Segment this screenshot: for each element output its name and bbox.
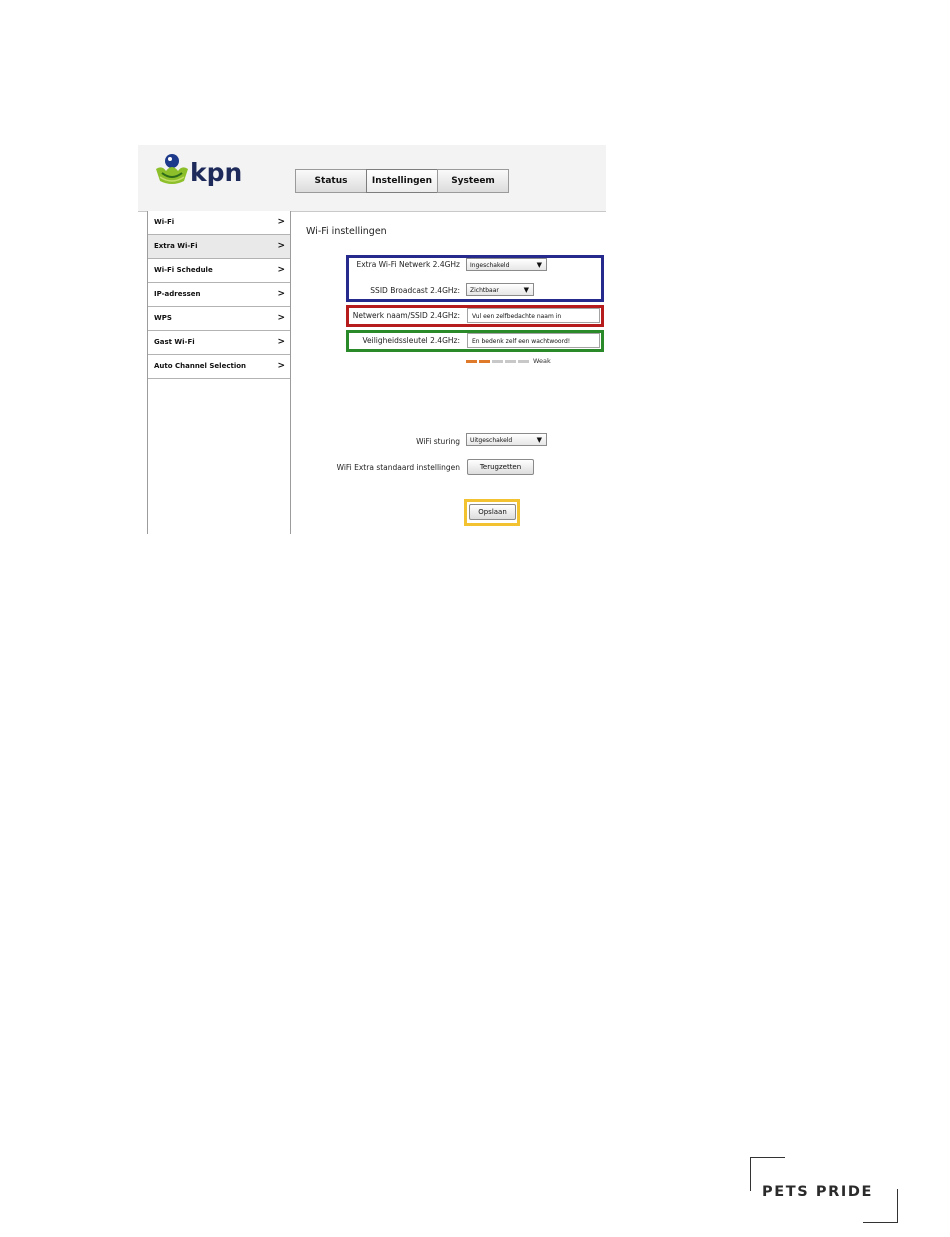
sidebar-item-label: WPS	[154, 314, 172, 322]
pets-pride-watermark: PETS PRIDE	[750, 1157, 898, 1223]
brand-text: PETS PRIDE	[762, 1184, 874, 1200]
sidebar-item-ip-adressen[interactable]: IP-adressen >	[148, 283, 290, 307]
page-title: Wi-Fi instellingen	[306, 226, 387, 237]
kpn-crown-icon	[156, 154, 188, 184]
chevron-right-icon: >	[277, 337, 285, 347]
sidebar-item-auto-channel[interactable]: Auto Channel Selection >	[148, 355, 290, 379]
tab-instellingen[interactable]: Instellingen	[366, 169, 438, 193]
strength-segment	[466, 359, 477, 363]
wifi-sturing-label: WiFi sturing	[416, 437, 460, 446]
strength-segment	[492, 359, 503, 363]
reset-button[interactable]: Terugzetten	[467, 459, 534, 475]
sidebar-item-label: IP-adressen	[154, 290, 201, 298]
chevron-right-icon: >	[277, 265, 285, 275]
main-tabs: Status Instellingen Systeem	[295, 169, 509, 193]
password-strength-meter: Weak	[466, 357, 551, 365]
strength-segment	[518, 359, 529, 363]
dropdown-arrow-icon: ▼	[536, 436, 542, 444]
sidebar-item-wifi[interactable]: Wi-Fi >	[148, 211, 290, 235]
yellow-highlight-box	[464, 499, 520, 526]
sidebar-item-label: Auto Channel Selection	[154, 362, 247, 370]
green-highlight-box	[346, 330, 604, 352]
settings-panel: Wi-Fi instellingen Extra Wi-Fi Netwerk 2…	[306, 211, 606, 534]
wifi-sturing-value: Uitgeschakeld	[470, 437, 513, 444]
chevron-right-icon: >	[277, 217, 285, 227]
blue-highlight-box	[346, 255, 604, 302]
sidebar-item-extra-wifi[interactable]: Extra Wi-Fi >	[148, 235, 290, 259]
sidebar-item-label: Gast Wi-Fi	[154, 338, 195, 346]
chevron-right-icon: >	[277, 289, 285, 299]
strength-segment	[479, 359, 490, 363]
sidebar-item-wifi-schedule[interactable]: Wi-Fi Schedule >	[148, 259, 290, 283]
chevron-right-icon: >	[277, 361, 285, 371]
wifi-sturing-select[interactable]: Uitgeschakeld ▼	[466, 433, 547, 446]
chevron-right-icon: >	[277, 241, 285, 251]
sidebar-item-gast-wifi[interactable]: Gast Wi-Fi >	[148, 331, 290, 355]
tab-systeem[interactable]: Systeem	[437, 169, 509, 193]
logo-wordmark: kpn	[190, 158, 243, 187]
tab-status[interactable]: Status	[295, 169, 367, 193]
sidebar: Wi-Fi > Extra Wi-Fi > Wi-Fi Schedule > I…	[147, 211, 291, 534]
sidebar-item-label: Wi-Fi Schedule	[154, 266, 213, 274]
router-screenshot: kpn Status Instellingen Systeem Wi-Fi > …	[138, 145, 606, 534]
red-highlight-box	[346, 305, 604, 327]
strength-segment	[505, 359, 516, 363]
strength-label: Weak	[533, 357, 551, 365]
top-bar: kpn Status Instellingen Systeem	[138, 145, 606, 212]
sidebar-item-label: Extra Wi-Fi	[154, 242, 198, 250]
sidebar-item-wps[interactable]: WPS >	[148, 307, 290, 331]
defaults-label: WiFi Extra standaard instellingen	[336, 463, 460, 472]
kpn-logo[interactable]: kpn	[152, 151, 242, 191]
sidebar-item-label: Wi-Fi	[154, 218, 175, 226]
chevron-right-icon: >	[277, 313, 285, 323]
